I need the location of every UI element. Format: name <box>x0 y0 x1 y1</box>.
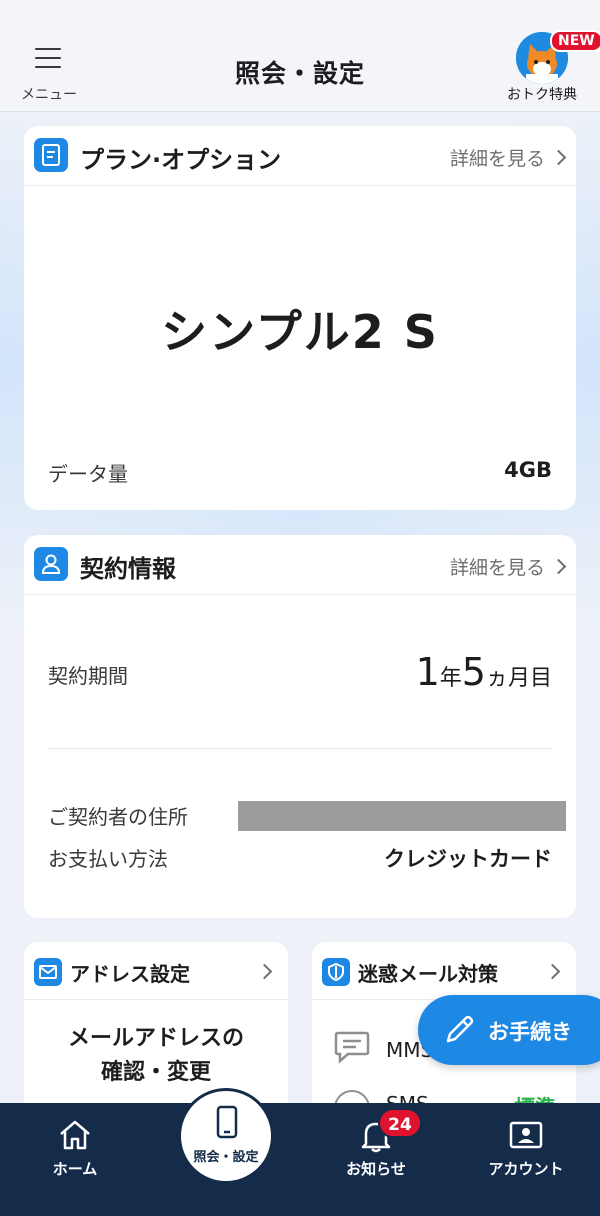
id-card-icon <box>509 1121 543 1153</box>
chevron-right-icon <box>550 149 567 166</box>
pencil-icon <box>442 1013 476 1051</box>
contract-card-header[interactable]: 契約情報 詳細を見る <box>24 535 576 595</box>
deals-label: おトク特典 <box>507 87 577 103</box>
address-line-2: 確認・変更 <box>100 1060 211 1085</box>
payment-label: お支払い方法 <box>48 847 168 871</box>
procedures-label: お手続き <box>488 1020 572 1044</box>
top-header: メニュー 照会・設定 NEW おトク特典 <box>0 0 600 112</box>
chevron-right-icon <box>256 963 273 980</box>
address-label: ご契約者の住所 <box>48 805 188 829</box>
plan-detail-link[interactable]: 詳細を見る <box>449 144 567 171</box>
procedures-button[interactable]: お手続き <box>418 995 600 1065</box>
contract-detail-label: 詳細を見る <box>449 557 545 579</box>
chevron-right-icon <box>550 558 567 575</box>
spam-card-title: 迷惑メール対策 <box>358 962 498 986</box>
address-line-1: メールアドレスの <box>67 1026 244 1051</box>
payment-value: クレジットカード <box>384 847 552 871</box>
nav-notices-label: お知らせ <box>346 1160 406 1178</box>
person-icon <box>34 547 68 581</box>
nav-account-label: アカウント <box>488 1160 564 1178</box>
chevron-right-icon <box>544 963 561 980</box>
bottom-nav: ホーム お知らせ アカウント <box>0 1103 600 1216</box>
period-year-unit: 年 <box>439 666 462 691</box>
divider <box>48 748 552 749</box>
contract-period-value: 1年5ヵ月目 <box>416 650 552 694</box>
plan-detail-label: 詳細を見る <box>449 148 545 170</box>
address-card-title: アドレス設定 <box>70 962 190 986</box>
new-badge: NEW <box>550 30 600 52</box>
nav-inquiry-label: 照会・設定 <box>193 1150 259 1165</box>
data-amount-value: 4GB <box>504 458 552 482</box>
plan-card: プラン·オプション 詳細を見る シンプル2 S データ量 4GB <box>24 126 576 510</box>
address-redacted <box>238 801 566 831</box>
spam-card-header: 迷惑メール対策 <box>312 942 576 1000</box>
period-month-unit: ヵ月目 <box>485 666 552 691</box>
plan-card-title: プラン·オプション <box>80 146 282 174</box>
address-card-header: アドレス設定 <box>24 942 288 1000</box>
nav-account[interactable]: アカウント <box>466 1103 586 1216</box>
home-icon <box>58 1119 92 1155</box>
period-years: 1 <box>415 650 440 694</box>
nav-home-label: ホーム <box>52 1160 98 1178</box>
contract-card: 契約情報 詳細を見る 契約期間 1年5ヵ月目 ご契約者の住所 お支払い方法 クレ… <box>24 535 576 918</box>
nav-inquiry-settings[interactable]: 照会・設定 <box>178 1088 274 1184</box>
plan-card-header[interactable]: プラン·オプション 詳細を見る <box>24 126 576 186</box>
deals-button[interactable]: NEW おトク特典 <box>500 30 600 105</box>
period-months: 5 <box>461 650 486 694</box>
smartphone-icon <box>216 1105 238 1143</box>
nav-home[interactable]: ホーム <box>15 1103 135 1216</box>
data-amount-label: データ量 <box>48 462 128 486</box>
chat-bubble-icon <box>334 1030 370 1068</box>
contract-card-title: 契約情報 <box>80 555 176 583</box>
mail-icon <box>34 958 62 986</box>
contract-period-label: 契約期間 <box>48 664 128 688</box>
notices-count-badge: 24 <box>378 1108 422 1138</box>
plan-name: シンプル2 S <box>161 305 439 359</box>
contract-detail-link[interactable]: 詳細を見る <box>449 553 567 580</box>
document-icon <box>34 138 68 172</box>
shield-icon <box>322 958 350 986</box>
